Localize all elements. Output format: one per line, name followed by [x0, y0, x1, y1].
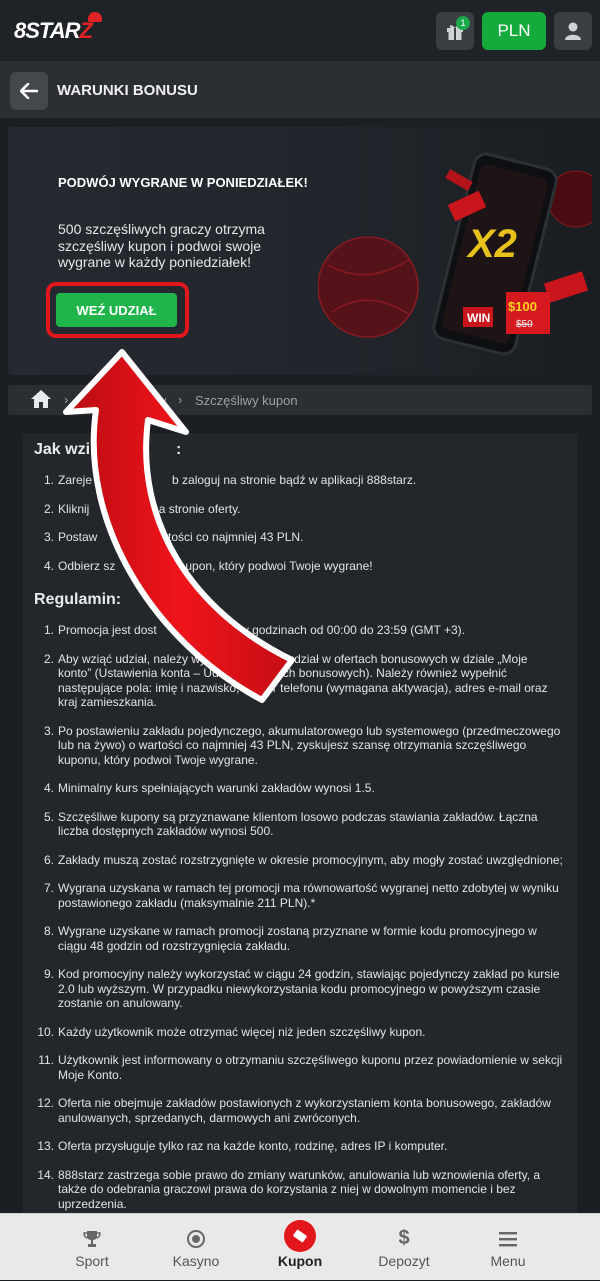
- coupon-icon: [293, 1229, 307, 1242]
- list-item: 2. Kliknij ” na stronie oferty.: [43, 501, 241, 516]
- breadcrumb-item-promotions[interactable]: y: [160, 393, 167, 408]
- nav-kasyno[interactable]: Kasyno: [146, 1214, 246, 1281]
- list-item: 13. Oferta przysługuje tylko raz na każde…: [37, 1139, 448, 1153]
- prize-amount: $100: [508, 299, 537, 314]
- breadcrumb-separator: ›: [64, 392, 69, 407]
- page-title: WARUNKI BONUSU: [57, 82, 198, 99]
- back-button[interactable]: [10, 72, 48, 110]
- promo-banner: PODWÓJ WYGRANE W PONIEDZIAŁEK! 500 szczę…: [8, 127, 592, 375]
- casino-chip-icon: [187, 1229, 205, 1248]
- terms-content: Jak wzi: 1. Zareje b zaloguj na stronie bą…: [23, 433, 577, 1223]
- list-item: 5. Szczęśliwe kupony są przyznawane klien…: [43, 809, 538, 839]
- breadcrumb: › y › Szczęśliwy kupon: [8, 385, 592, 415]
- list-item: 6. Zakłady muszą zostać rozstrzygnięte w …: [43, 852, 563, 867]
- list-item: 1. Promocja jest dost niedziałek w godzin…: [43, 623, 465, 637]
- gift-button[interactable]: 1: [436, 12, 474, 50]
- multiplier-text: X2: [466, 222, 517, 266]
- list-item: 2. Aby wziąć udział, należy wyrazić z na …: [43, 651, 551, 710]
- list-item: 12. Oferta nie obejmuje zakładów postawio…: [37, 1096, 551, 1125]
- howto-steps: 1. Zareje b zaloguj na stronie bądź w apli…: [34, 473, 564, 573]
- old-amount: $50: [516, 319, 533, 330]
- brand-logo[interactable]: 8STARZ: [14, 12, 102, 44]
- list-item: 4. Odbierz sz upon, który podwoi Twoje wyg…: [43, 558, 373, 573]
- list-item: 10. Każdy użytkownik może otrzymać więcej…: [37, 1024, 426, 1039]
- list-item: 9. Kod promocyjny należy wykorzystać w ci…: [43, 967, 560, 1010]
- join-button[interactable]: WEŹ UDZIAŁ: [56, 293, 177, 327]
- home-icon: [31, 390, 51, 408]
- menu-icon: [499, 1231, 517, 1246]
- list-item: 4. Minimalny kurs spełniających warunki z…: [43, 781, 375, 795]
- user-icon: [565, 22, 581, 40]
- rules-list: 1. Promocja jest dost niedziałek w godzin…: [34, 623, 564, 1211]
- top-bar: 8STARZ 1 PLN: [0, 0, 600, 62]
- trophy-icon: [83, 1230, 101, 1247]
- title-bar: WARUNKI BONUSU: [0, 62, 600, 118]
- nav-kupon[interactable]: Kupon: [250, 1214, 350, 1281]
- bottom-nav: Sport Kasyno Kupon $ Depozyt Menu: [0, 1213, 600, 1280]
- banner-text: 500 szczęśliwych graczy otrzyma szczęśli…: [58, 221, 265, 270]
- list-item: 8. Wygrane uzyskane w ramach promocji zos…: [43, 924, 537, 953]
- breadcrumb-separator: ›: [178, 392, 183, 407]
- currency-button[interactable]: PLN: [482, 12, 546, 50]
- dollar-icon: $: [398, 1227, 410, 1249]
- list-item: 3. Postaw artości co najmniej 43 PLN.: [43, 530, 304, 544]
- list-item: 7. Wygrana uzyskana w ramach tej promocji…: [43, 881, 559, 910]
- breadcrumb-home[interactable]: [30, 389, 52, 414]
- howto-heading: Jak wzi:: [34, 441, 182, 458]
- nav-depozyt[interactable]: $ Depozyt: [354, 1214, 454, 1281]
- breadcrumb-current: Szczęśliwy kupon: [195, 393, 298, 408]
- notification-badge: 1: [456, 16, 470, 30]
- list-item: 1. Zareje b zaloguj na stronie bądź w apli…: [43, 473, 417, 487]
- list-item: 14. 888starz zastrzega sobie prawo do zmi…: [37, 1167, 541, 1211]
- list-item: 3. Po postawieniu zakładu pojedynczego, a…: [43, 723, 561, 767]
- nav-menu[interactable]: Menu: [458, 1214, 558, 1281]
- banner-headline: PODWÓJ WYGRANE W PONIEDZIAŁEK!: [58, 175, 308, 190]
- user-button[interactable]: [554, 12, 592, 50]
- nav-sport[interactable]: Sport: [42, 1214, 142, 1281]
- santa-hat-icon: [87, 12, 102, 22]
- arrow-left-icon: [20, 83, 38, 99]
- rules-heading: Regulamin:: [34, 591, 122, 608]
- list-item: 11. Użytkownik jest informowany o otrzyma…: [38, 1053, 563, 1082]
- win-label: WIN: [467, 311, 490, 325]
- phone-promo-illustration: X2 WIN $100 $50: [318, 152, 592, 356]
